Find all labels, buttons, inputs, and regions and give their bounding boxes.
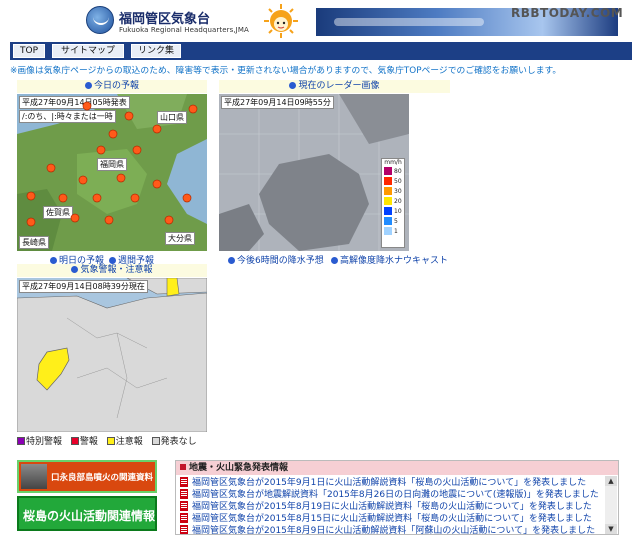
nav-bar: TOP サイトマップ リンク集 [10, 42, 632, 60]
radar-scale-swatch [384, 227, 392, 235]
volcano-kuchinoerabu-banner[interactable]: 口永良部島噴火の関連資料 [17, 460, 157, 493]
forecast-title[interactable]: 今日の予報 [17, 80, 207, 93]
notice-text: ※画像は気象庁ページからの取込のため、障害等で表示・更新されない場合がありますの… [10, 66, 562, 76]
radar-scale-swatch [384, 167, 392, 175]
bullet-icon [180, 464, 186, 470]
radar-scale-row: 30 [382, 186, 404, 196]
arrow-icon [109, 257, 116, 264]
pdf-icon [180, 513, 188, 523]
radar-scale-label: 80 [394, 167, 402, 175]
watermark: RBBTODAY.COM [511, 6, 624, 20]
scroll-down-icon[interactable]: ▼ [605, 524, 617, 534]
news-scrollbar[interactable]: ▲ ▼ [605, 476, 617, 534]
arrow-icon [71, 266, 79, 273]
radar-scale-label: 1 [394, 227, 398, 235]
forecast-map[interactable]: 平成27年09月14日05時発表 /:のち、|:時々または一時 山口県 福岡県 … [17, 94, 207, 251]
news-item[interactable]: 福岡管区気象台が2015年9月1日に火山活動解説資料「桜島の火山活動について」を… [180, 477, 600, 489]
arrow-icon [289, 82, 297, 89]
radar-scale-unit: mm/h [384, 159, 402, 166]
news-item[interactable]: 福岡管区気象台が2015年8月9日に火山活動解説資料「阿蘇山の火山活動について」… [180, 525, 600, 534]
radar-scale-row: 50 [382, 176, 404, 186]
link-6h-precip[interactable]: 今後6時間の降水予想 [228, 253, 324, 266]
radar-scale-row: 80 [382, 166, 404, 176]
warnings-map[interactable]: 平成27年09月14日08時39分現在 [17, 278, 207, 432]
warnings-title[interactable]: 気象警報・注意報 [17, 264, 207, 277]
pdf-icon [180, 501, 188, 511]
legend-swatch-advisory [106, 437, 115, 445]
sakurajima-banner[interactable]: 桜島の火山活動関連情報 [17, 496, 157, 531]
radar-scale-swatch [384, 177, 392, 185]
radar-title[interactable]: 現在のレーダー画像 [219, 80, 450, 93]
radar-scale-swatch [384, 217, 392, 225]
arrow-icon [84, 82, 92, 89]
radar-scale-row: 1 [382, 226, 404, 236]
radar-scale-swatch [384, 207, 392, 215]
jma-logo[interactable] [86, 6, 114, 34]
radar-scale-label: 5 [394, 217, 398, 225]
office-name-en: Fukuoka Regional Headquarters,JMA [119, 26, 249, 34]
arrow-icon [228, 257, 235, 264]
site-header: 福岡管区気象台 Fukuoka Regional Headquarters,JM… [0, 0, 640, 42]
radar-scale-row: 5 [382, 216, 404, 226]
warnings-timestamp: 平成27年09月14日08時39分現在 [19, 280, 148, 293]
radar-scale-row: 10 [382, 206, 404, 216]
link-nowcast[interactable]: 高解像度降水ナウキャスト [331, 253, 448, 266]
legend-swatch-special [17, 437, 25, 445]
emergency-news-box: 地震・火山緊急発表情報 福岡管区気象台が2015年9月1日に火山活動解説資料「桜… [175, 460, 619, 535]
radar-scale-label: 10 [394, 207, 402, 215]
pdf-icon [180, 525, 188, 534]
news-item[interactable]: 福岡管区気象台が2015年8月15日に火山活動解説資料「桜島の火山活動について」… [180, 513, 600, 525]
news-list: 福岡管区気象台が2015年9月1日に火山活動解説資料「桜島の火山活動について」を… [180, 477, 600, 534]
news-item[interactable]: 福岡管区気象台が地震解説資料「2015年8月26日の日向灘の地震について(速報版… [180, 489, 600, 501]
volcano-thumbnail [21, 464, 47, 489]
nav-sitemap-button[interactable]: サイトマップ [52, 44, 124, 58]
warnings-legend: 特別警報 警報 注意報 発表なし [17, 434, 203, 447]
radar-map[interactable]: 平成27年09月14日09時55分 mm/h 80 50 30 20 10 5 1 [219, 94, 409, 251]
pdf-icon [180, 489, 188, 499]
radar-scale-label: 50 [394, 177, 402, 185]
legend-swatch-warning [70, 437, 79, 445]
radar-scale: mm/h 80 50 30 20 10 5 1 [381, 158, 405, 248]
radar-timestamp: 平成27年09月14日09時55分 [221, 96, 334, 109]
mascot-icon [264, 4, 298, 38]
arrow-icon [331, 257, 338, 264]
arrow-icon [50, 257, 57, 264]
radar-scale-label: 20 [394, 197, 402, 205]
legend-swatch-none [151, 437, 160, 445]
scroll-up-icon[interactable]: ▲ [605, 476, 617, 486]
news-header: 地震・火山緊急発表情報 [176, 461, 618, 475]
office-name: 福岡管区気象台 [119, 12, 211, 27]
nav-links-button[interactable]: リンク集 [131, 44, 181, 58]
nav-top-button[interactable]: TOP [13, 44, 45, 58]
pdf-icon [180, 477, 188, 487]
radar-scale-swatch [384, 187, 392, 195]
radar-scale-swatch [384, 197, 392, 205]
news-item[interactable]: 福岡管区気象台が2015年8月19日に火山活動解説資料「桜島の火山活動について」… [180, 501, 600, 513]
radar-scale-row: 20 [382, 196, 404, 206]
weather-pins [26, 101, 198, 227]
radar-scale-label: 30 [394, 187, 402, 195]
